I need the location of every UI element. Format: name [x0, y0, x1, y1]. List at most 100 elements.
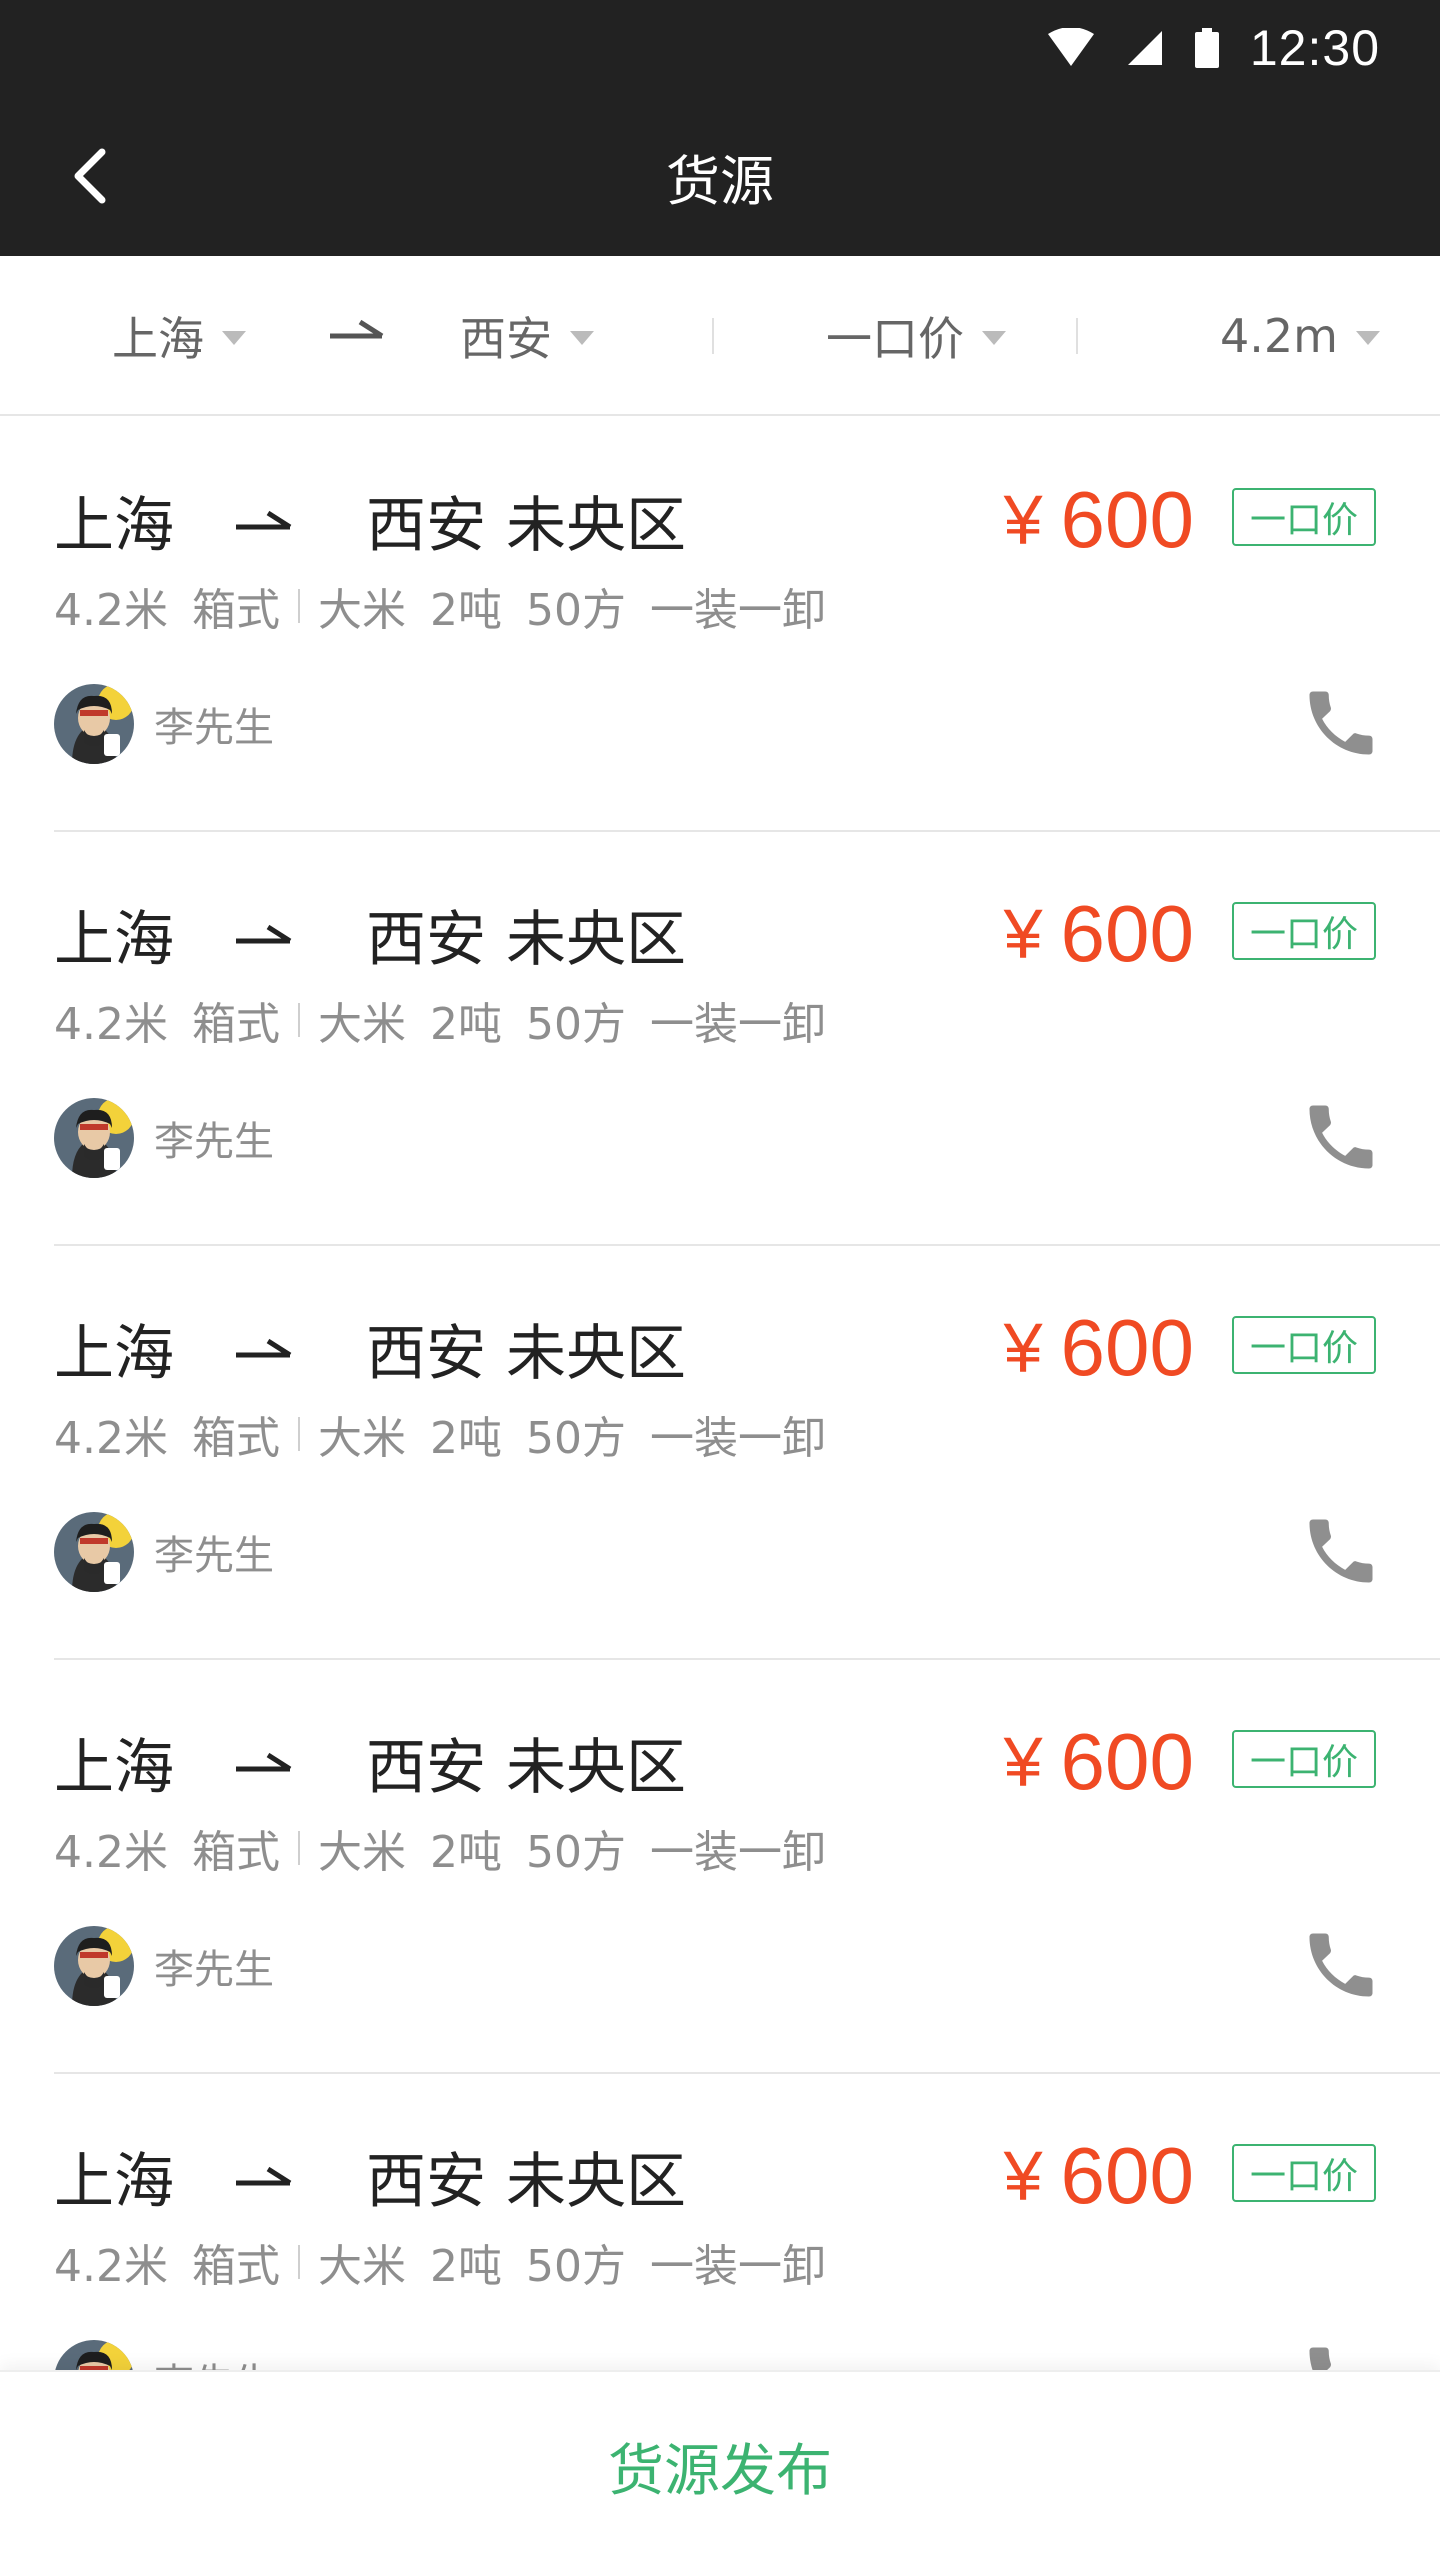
- truck-length: 4.2米: [54, 1413, 168, 1464]
- price-value: 600: [1060, 1303, 1194, 1392]
- price-value: 600: [1060, 475, 1194, 564]
- truck-length: 4.2米: [54, 585, 168, 636]
- filter-destination[interactable]: 西安: [460, 256, 594, 416]
- filter-divider: [1076, 318, 1078, 354]
- avatar: [54, 1926, 134, 2006]
- filter-destination-label: 西安: [460, 312, 552, 366]
- cargo-specs: 4.2米 箱式 大米 2吨 50方 一装一卸: [54, 576, 850, 636]
- destination-district: 未央区: [506, 2146, 686, 2217]
- filter-truck-length[interactable]: 4.2m: [1220, 256, 1380, 416]
- price: ¥ 600: [1004, 1300, 1194, 1396]
- origin-city: 上海: [54, 2146, 174, 2217]
- goods-name: 大米: [317, 1827, 406, 1878]
- goods-name: 大米: [317, 585, 406, 636]
- filter-divider: [712, 318, 714, 354]
- route: 上海 西安 未央区: [54, 480, 686, 561]
- filter-bar: 上海 西安 一口价 4.2m: [0, 256, 1440, 416]
- spec-divider: [297, 589, 300, 623]
- spec-divider: [297, 1831, 300, 1865]
- phone-icon: [1309, 691, 1373, 755]
- signal-icon: [1126, 29, 1164, 67]
- cargo-specs: 4.2米 箱式 大米 2吨 50方 一装一卸: [54, 990, 850, 1050]
- contact-name: 李先生: [154, 1947, 274, 1993]
- currency-symbol: ¥: [1003, 1723, 1043, 1801]
- origin-city: 上海: [54, 1732, 174, 1803]
- wifi-icon: [1046, 28, 1096, 68]
- destination-city: 西安: [366, 1318, 486, 1389]
- page-title: 货源: [666, 149, 774, 213]
- cargo-specs: 4.2米 箱式 大米 2吨 50方 一装一卸: [54, 1404, 850, 1464]
- destination-city: 西安: [366, 904, 486, 975]
- battery-icon: [1194, 28, 1220, 68]
- destination-city: 西安: [366, 2146, 486, 2217]
- currency-symbol: ¥: [1003, 481, 1043, 559]
- cargo-specs: 4.2米 箱式 大米 2吨 50方 一装一卸: [54, 2232, 850, 2292]
- phone-icon: [1309, 1933, 1373, 1997]
- cargo-card[interactable]: 上海 西安 未央区 ¥ 600 一口价 4.2米 箱式 大米 2吨 50方 一装…: [54, 1246, 1440, 1660]
- filter-origin[interactable]: 上海: [112, 256, 246, 416]
- phone-icon: [1309, 1105, 1373, 1169]
- price: ¥ 600: [1004, 1714, 1194, 1810]
- price-value: 600: [1060, 2131, 1194, 2220]
- goods-weight: 2吨: [429, 1827, 502, 1878]
- price-value: 600: [1060, 1717, 1194, 1806]
- spec-divider: [297, 2245, 300, 2279]
- origin-city: 上海: [54, 1318, 174, 1389]
- loading-mode: 一装一卸: [649, 585, 826, 636]
- cargo-card[interactable]: 上海 西安 未央区 ¥ 600 一口价 4.2米 箱式 大米 2吨 50方 一装…: [54, 418, 1440, 832]
- currency-symbol: ¥: [1003, 2137, 1043, 2215]
- status-bar: 12:30: [0, 0, 1440, 96]
- price-value: 600: [1060, 889, 1194, 978]
- destination-district: 未央区: [506, 1732, 686, 1803]
- price: ¥ 600: [1004, 2128, 1194, 2224]
- truck-type: 箱式: [191, 999, 280, 1050]
- status-time: 12:30: [1249, 20, 1380, 76]
- destination-district: 未央区: [506, 490, 686, 561]
- call-button[interactable]: [1296, 1506, 1386, 1596]
- truck-type: 箱式: [191, 585, 280, 636]
- price-type-badge: 一口价: [1232, 2144, 1376, 2202]
- call-button[interactable]: [1296, 678, 1386, 768]
- route-arrow-icon: [236, 510, 292, 530]
- goods-volume: 50方: [525, 1827, 626, 1878]
- call-button[interactable]: [1296, 1920, 1386, 2010]
- route-arrow-icon: [236, 1338, 292, 1358]
- caret-down-icon: [222, 331, 246, 345]
- truck-length: 4.2米: [54, 2241, 168, 2292]
- nav-bar: 货源: [0, 96, 1440, 256]
- filter-truck-length-label: 4.2m: [1220, 309, 1338, 363]
- goods-weight: 2吨: [429, 585, 502, 636]
- goods-volume: 50方: [525, 1413, 626, 1464]
- route-arrow-icon: [236, 2166, 292, 2186]
- price-type-badge: 一口价: [1232, 488, 1376, 546]
- cargo-list: 上海 西安 未央区 ¥ 600 一口价 4.2米 箱式 大米 2吨 50方 一装…: [0, 418, 1440, 2488]
- app-root: 12:30 货源 上海 西安 一口价 4.2m 上海 西安 未央区 ¥ 600 …: [0, 0, 1440, 2560]
- avatar: [54, 684, 134, 764]
- filter-price-type-label: 一口价: [826, 312, 964, 366]
- avatar: [54, 1098, 134, 1178]
- truck-type: 箱式: [191, 2241, 280, 2292]
- price-type-badge: 一口价: [1232, 1316, 1376, 1374]
- contact-name: 李先生: [154, 705, 274, 751]
- route: 上海 西安 未央区: [54, 2136, 686, 2217]
- truck-type: 箱式: [191, 1827, 280, 1878]
- origin-city: 上海: [54, 904, 174, 975]
- price-type-badge: 一口价: [1232, 902, 1376, 960]
- truck-length: 4.2米: [54, 1827, 168, 1878]
- publish-cargo-button[interactable]: 货源发布: [548, 2406, 892, 2527]
- route: 上海 西安 未央区: [54, 1722, 686, 1803]
- contact-name: 李先生: [154, 1533, 274, 1579]
- price: ¥ 600: [1004, 886, 1194, 982]
- call-button[interactable]: [1296, 1092, 1386, 1182]
- currency-symbol: ¥: [1003, 895, 1043, 973]
- destination-district: 未央区: [506, 1318, 686, 1389]
- filter-price-type[interactable]: 一口价: [826, 256, 1006, 416]
- cargo-card[interactable]: 上海 西安 未央区 ¥ 600 一口价 4.2米 箱式 大米 2吨 50方 一装…: [54, 832, 1440, 1246]
- price-type-badge: 一口价: [1232, 1730, 1376, 1788]
- avatar: [54, 1512, 134, 1592]
- cargo-card[interactable]: 上海 西安 未央区 ¥ 600 一口价 4.2米 箱式 大米 2吨 50方 一装…: [54, 1660, 1440, 2074]
- goods-weight: 2吨: [429, 2241, 502, 2292]
- goods-weight: 2吨: [429, 1413, 502, 1464]
- contact-name: 李先生: [154, 1119, 274, 1165]
- goods-volume: 50方: [525, 999, 626, 1050]
